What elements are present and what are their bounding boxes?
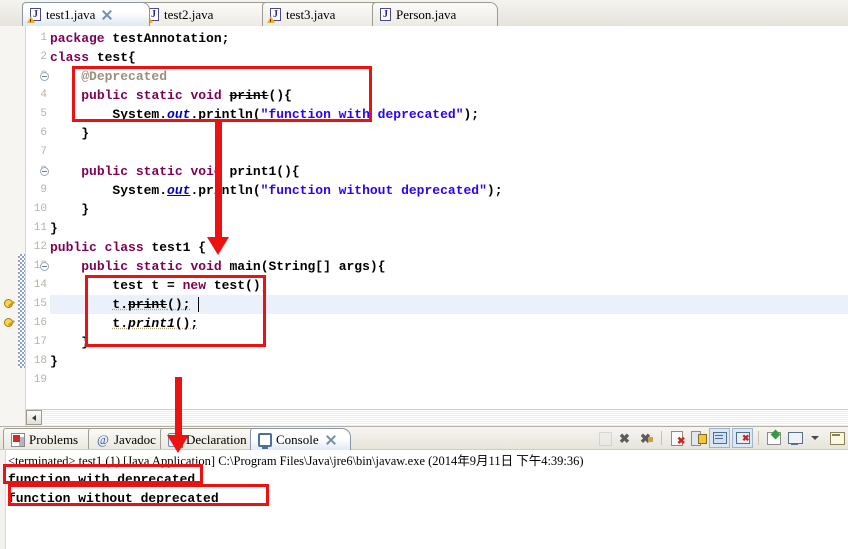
clear-console-icon[interactable]: ✖ bbox=[667, 429, 686, 447]
editor-tab-test2-java[interactable]: test2.java bbox=[140, 2, 272, 26]
line-number: 9 bbox=[40, 184, 47, 196]
editor-tab-bar: test1.java test2.java test3.java Person.jav… bbox=[0, 0, 848, 27]
code-line[interactable]: class test{ bbox=[50, 48, 848, 67]
scroll-lock-icon[interactable] bbox=[688, 429, 707, 447]
deprecated-method-box bbox=[72, 66, 372, 122]
java-file-icon bbox=[379, 7, 392, 22]
change-bar-segment bbox=[18, 254, 25, 368]
code-line[interactable]: } bbox=[50, 124, 848, 143]
fold-collapse-icon[interactable] bbox=[40, 262, 49, 271]
open-console-icon[interactable] bbox=[785, 429, 804, 447]
fold-collapse-icon[interactable] bbox=[40, 167, 49, 176]
line-number: 14 bbox=[33, 279, 47, 291]
toolbar-separator bbox=[758, 431, 759, 445]
code-line[interactable]: System.out.println("function without dep… bbox=[50, 181, 848, 200]
method-call-box bbox=[85, 275, 266, 347]
code-line[interactable]: public class test1 { bbox=[50, 238, 848, 257]
line-number: 5 bbox=[40, 108, 47, 120]
editor-tab-person-java[interactable]: Person.java bbox=[372, 2, 498, 26]
code-line[interactable]: package testAnnotation; bbox=[50, 29, 848, 48]
toolbar-separator bbox=[661, 431, 662, 445]
editor-tab-label: Person.java bbox=[396, 6, 457, 22]
editor-tab-label: test3.java bbox=[286, 6, 336, 22]
line-number: 10 bbox=[33, 203, 47, 215]
deprecation-warning-marker-icon[interactable] bbox=[2, 298, 16, 311]
view-menu-icon[interactable] bbox=[806, 429, 825, 447]
java-file-icon bbox=[267, 7, 282, 23]
code-line[interactable]: public static void main(String[] args){ bbox=[50, 257, 848, 276]
code-line[interactable]: public static void print1(){ bbox=[50, 162, 848, 181]
line-number-ruler: 12345678910111213141516171819 bbox=[26, 26, 50, 426]
line-number: 1 bbox=[40, 32, 47, 44]
line-number: 15 bbox=[33, 298, 47, 310]
code-line[interactable] bbox=[50, 143, 848, 162]
line-number: 7 bbox=[40, 146, 47, 158]
pin-console-icon[interactable]: ✖ bbox=[732, 428, 753, 448]
editor-tab-label: test2.java bbox=[164, 6, 214, 22]
console-toolbar: ✖ ✖ ✖ ✖ bbox=[595, 428, 846, 448]
code-line[interactable]: } bbox=[50, 352, 848, 371]
line-number: 18 bbox=[33, 355, 47, 367]
problems-icon bbox=[11, 432, 25, 447]
show-console-icon[interactable] bbox=[709, 428, 730, 448]
view-tab-label: Console bbox=[276, 431, 319, 447]
console-header-box bbox=[3, 464, 203, 484]
line-number: 19 bbox=[33, 374, 47, 386]
fold-collapse-icon[interactable] bbox=[40, 72, 49, 81]
line-number: 4 bbox=[40, 89, 47, 101]
eclipse-window: test1.java test2.java test3.java Person.jav… bbox=[0, 0, 848, 549]
console-icon bbox=[258, 432, 272, 449]
close-icon[interactable] bbox=[325, 434, 336, 445]
close-icon[interactable] bbox=[101, 9, 112, 20]
editor-tab-test3-java[interactable]: test3.java bbox=[262, 2, 382, 26]
view-tab-bar: ✖ ✖ ✖ ✖ Problems @ Javadoc Declaration Console bbox=[0, 427, 848, 450]
deprecation-warning-marker-icon[interactable] bbox=[2, 317, 16, 330]
warning-badge-icon bbox=[27, 15, 35, 23]
code-line[interactable]: } bbox=[50, 219, 848, 238]
editor-horizontal-scrollbar[interactable] bbox=[26, 409, 848, 426]
minimize-view-icon[interactable] bbox=[827, 429, 846, 447]
view-tab-console[interactable]: Console bbox=[250, 428, 351, 450]
arrow-to-console bbox=[166, 377, 190, 453]
remove-launch-icon[interactable]: ✖ bbox=[616, 429, 635, 447]
arrow-to-main-method bbox=[206, 120, 230, 255]
warning-badge-icon bbox=[267, 15, 275, 23]
editor-tab-label: test1.java bbox=[46, 6, 96, 22]
code-line[interactable]: } bbox=[50, 200, 848, 219]
line-number: 11 bbox=[33, 222, 47, 234]
editor-tab-test1-java[interactable]: test1.java bbox=[22, 2, 150, 26]
view-tab-label: Declaration bbox=[186, 431, 247, 447]
display-selected-console-icon[interactable] bbox=[764, 429, 783, 447]
line-number: 12 bbox=[33, 241, 47, 253]
remove-all-launches-icon[interactable]: ✖ bbox=[637, 429, 656, 447]
terminate-all-icon bbox=[595, 429, 614, 447]
view-tab-label: Problems bbox=[29, 431, 79, 447]
line-number: 2 bbox=[40, 51, 47, 63]
view-tab-label: Javadoc bbox=[114, 431, 156, 447]
java-file-icon bbox=[27, 7, 42, 23]
console-output-box bbox=[8, 484, 269, 506]
scroll-left-button[interactable] bbox=[26, 410, 42, 425]
editor-marker-ruler[interactable] bbox=[0, 26, 19, 426]
javadoc-icon: @ bbox=[97, 431, 109, 447]
line-number: 16 bbox=[33, 317, 47, 329]
line-number: 6 bbox=[40, 127, 47, 139]
line-number: 17 bbox=[33, 336, 47, 348]
